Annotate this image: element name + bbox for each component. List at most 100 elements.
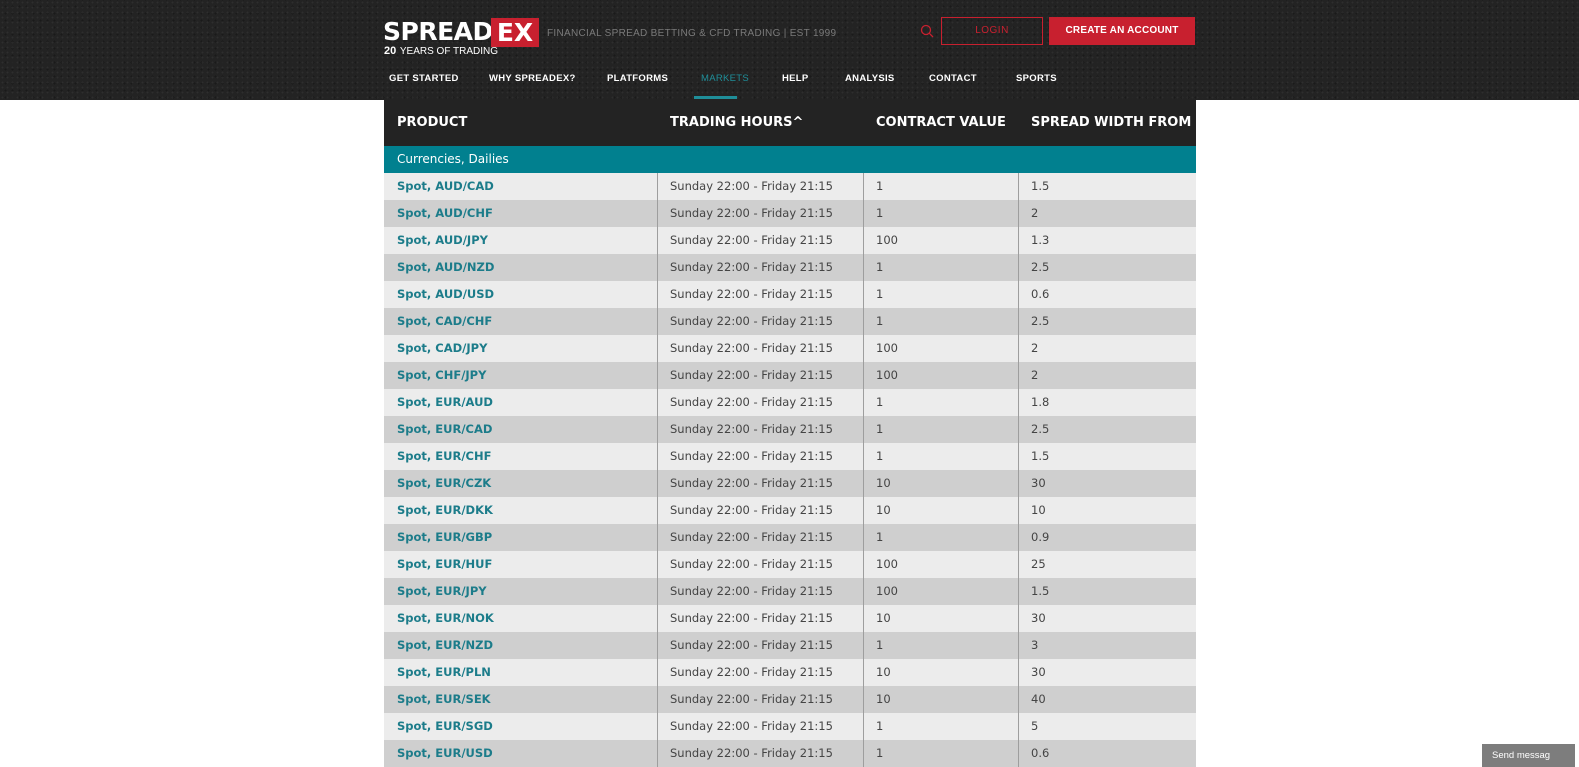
trading-hours-cell: Sunday 22:00 - Friday 21:15: [670, 287, 833, 301]
product-link[interactable]: Spot, EUR/PLN: [397, 659, 491, 686]
nav-markets[interactable]: MARKETS: [701, 73, 749, 84]
column-divider: [1018, 173, 1019, 200]
product-link[interactable]: Spot, AUD/NZD: [397, 254, 494, 281]
nav-contact[interactable]: CONTACT: [929, 73, 977, 84]
column-divider: [863, 497, 864, 524]
table-row: Spot, AUD/CAD Sunday 22:00 - Friday 21:15…: [384, 173, 1196, 200]
trading-hours-cell: Sunday 22:00 - Friday 21:15: [670, 584, 833, 598]
product-link[interactable]: Spot, EUR/CZK: [397, 470, 491, 497]
top-header-bar: SPREAD EX 20 YEARS OF TRADING FINANCIAL …: [0, 0, 1579, 100]
spread-width-cell: 1.5: [1031, 449, 1050, 463]
contract-value-cell: 1: [876, 638, 884, 652]
column-divider: [863, 740, 864, 767]
trading-hours-cell: Sunday 22:00 - Friday 21:15: [670, 611, 833, 625]
table-row: Spot, AUD/NZD Sunday 22:00 - Friday 21:15…: [384, 254, 1196, 281]
column-divider: [1018, 308, 1019, 335]
contract-value-cell: 1: [876, 260, 884, 274]
contract-value-cell: 10: [876, 503, 891, 517]
spread-width-cell: 1.8: [1031, 395, 1050, 409]
table-row: Spot, EUR/USD Sunday 22:00 - Friday 21:15…: [384, 740, 1196, 767]
login-button[interactable]: LOGIN: [941, 17, 1043, 45]
product-link[interactable]: Spot, AUD/JPY: [397, 227, 488, 254]
logo-ex-box: EX: [491, 18, 539, 47]
spread-width-cell: 10: [1031, 503, 1046, 517]
trading-hours-cell: Sunday 22:00 - Friday 21:15: [670, 179, 833, 193]
search-icon[interactable]: [920, 24, 935, 39]
contract-value-cell: 100: [876, 584, 898, 598]
nav-help[interactable]: HELP: [782, 73, 809, 84]
table-row: Spot, EUR/AUD Sunday 22:00 - Friday 21:15…: [384, 389, 1196, 416]
column-divider: [863, 713, 864, 740]
column-divider: [657, 605, 658, 632]
product-link[interactable]: Spot, EUR/GBP: [397, 524, 492, 551]
header-spread-width[interactable]: SPREAD WIDTH FROM: [1031, 115, 1191, 130]
column-divider: [1018, 605, 1019, 632]
column-divider: [1018, 632, 1019, 659]
column-divider: [863, 578, 864, 605]
spread-width-cell: 5: [1031, 719, 1039, 733]
table-row: Spot, EUR/GBP Sunday 22:00 - Friday 21:15…: [384, 524, 1196, 551]
years-number: 20: [384, 45, 397, 57]
trading-hours-cell: Sunday 22:00 - Friday 21:15: [670, 368, 833, 382]
column-divider: [863, 443, 864, 470]
spread-width-cell: 1.5: [1031, 584, 1050, 598]
product-link[interactable]: Spot, AUD/CAD: [397, 173, 494, 200]
spread-width-cell: 30: [1031, 611, 1046, 625]
column-divider: [657, 551, 658, 578]
product-link[interactable]: Spot, EUR/DKK: [397, 497, 493, 524]
product-link[interactable]: Spot, EUR/USD: [397, 740, 493, 767]
column-divider: [863, 524, 864, 551]
contract-value-cell: 1: [876, 449, 884, 463]
product-link[interactable]: Spot, EUR/SEK: [397, 686, 491, 713]
column-divider: [1018, 335, 1019, 362]
product-link[interactable]: Spot, AUD/CHF: [397, 200, 493, 227]
contract-value-cell: 1: [876, 206, 884, 220]
logo-years-tagline: 20 YEARS OF TRADING: [384, 45, 498, 57]
column-divider: [657, 281, 658, 308]
product-link[interactable]: Spot, EUR/AUD: [397, 389, 493, 416]
nav-get-started[interactable]: GET STARTED: [389, 73, 459, 84]
product-link[interactable]: Spot, EUR/NZD: [397, 632, 493, 659]
product-link[interactable]: Spot, EUR/NOK: [397, 605, 494, 632]
column-divider: [1018, 551, 1019, 578]
table-row: Spot, CAD/JPY Sunday 22:00 - Friday 21:15…: [384, 335, 1196, 362]
column-divider: [657, 578, 658, 605]
column-divider: [863, 281, 864, 308]
column-divider: [863, 254, 864, 281]
create-account-button[interactable]: CREATE AN ACCOUNT: [1049, 17, 1195, 45]
nav-platforms[interactable]: PLATFORMS: [607, 73, 668, 84]
product-link[interactable]: Spot, CAD/JPY: [397, 335, 487, 362]
column-divider: [657, 200, 658, 227]
contract-value-cell: 10: [876, 692, 891, 706]
years-text: YEARS OF TRADING: [399, 46, 499, 57]
product-link[interactable]: Spot, EUR/CAD: [397, 416, 492, 443]
nav-sports[interactable]: SPORTS: [1016, 73, 1057, 84]
spread-width-cell: 30: [1031, 665, 1046, 679]
nav-why-spreadex[interactable]: WHY SPREADEX?: [489, 73, 576, 84]
trading-hours-cell: Sunday 22:00 - Friday 21:15: [670, 341, 833, 355]
spreadex-logo[interactable]: SPREAD EX 20 YEARS OF TRADING: [383, 17, 539, 59]
product-link[interactable]: Spot, AUD/USD: [397, 281, 494, 308]
table-row: Spot, EUR/HUF Sunday 22:00 - Friday 21:15…: [384, 551, 1196, 578]
spread-width-cell: 1.3: [1031, 233, 1050, 247]
send-message-button[interactable]: Send messag: [1482, 744, 1575, 767]
contract-value-cell: 10: [876, 476, 891, 490]
header-contract-value[interactable]: CONTRACT VALUE: [876, 115, 1006, 130]
nav-active-underline: [694, 96, 737, 99]
header-product[interactable]: PRODUCT: [397, 115, 467, 130]
product-link[interactable]: Spot, EUR/JPY: [397, 578, 487, 605]
nav-analysis[interactable]: ANALYSIS: [845, 73, 895, 84]
column-divider: [1018, 416, 1019, 443]
product-link[interactable]: Spot, EUR/SGD: [397, 713, 493, 740]
trading-hours-cell: Sunday 22:00 - Friday 21:15: [670, 314, 833, 328]
column-divider: [657, 497, 658, 524]
product-link[interactable]: Spot, CAD/CHF: [397, 308, 492, 335]
table-row: Spot, AUD/CHF Sunday 22:00 - Friday 21:15…: [384, 200, 1196, 227]
column-divider: [863, 335, 864, 362]
table-row: Spot, AUD/JPY Sunday 22:00 - Friday 21:15…: [384, 227, 1196, 254]
header-trading-hours[interactable]: TRADING HOURS^: [670, 115, 803, 130]
product-link[interactable]: Spot, CHF/JPY: [397, 362, 486, 389]
product-link[interactable]: Spot, EUR/HUF: [397, 551, 492, 578]
trading-hours-cell: Sunday 22:00 - Friday 21:15: [670, 395, 833, 409]
product-link[interactable]: Spot, EUR/CHF: [397, 443, 491, 470]
